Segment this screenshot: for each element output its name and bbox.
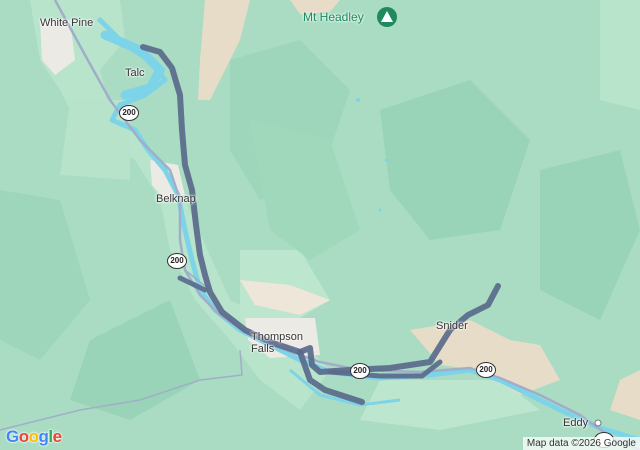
place-label-eddy: Eddy <box>563 417 589 429</box>
place-label-belknap: Belknap <box>156 193 196 205</box>
route-shield-200: 200 <box>119 105 139 121</box>
route-shield-200: 200 <box>350 363 370 379</box>
place-label-white-pine: White Pine <box>40 17 94 29</box>
place-label-thompson-falls: Thompson Falls <box>251 331 303 355</box>
map-attribution[interactable]: Map data ©2026 Google <box>522 437 640 450</box>
route-shield-200: 200 <box>167 253 187 269</box>
place-label-snider: Snider <box>436 320 468 332</box>
map-canvas[interactable]: White Pine Talc Belknap Thompson Falls S… <box>0 0 640 450</box>
google-logo: Google <box>6 427 62 446</box>
terrain-layer <box>0 0 640 450</box>
peak-label-mt-headley: Mt Headley <box>303 10 364 24</box>
route-shield-200: 200 <box>476 362 496 378</box>
place-label-talc: Talc <box>125 67 145 79</box>
